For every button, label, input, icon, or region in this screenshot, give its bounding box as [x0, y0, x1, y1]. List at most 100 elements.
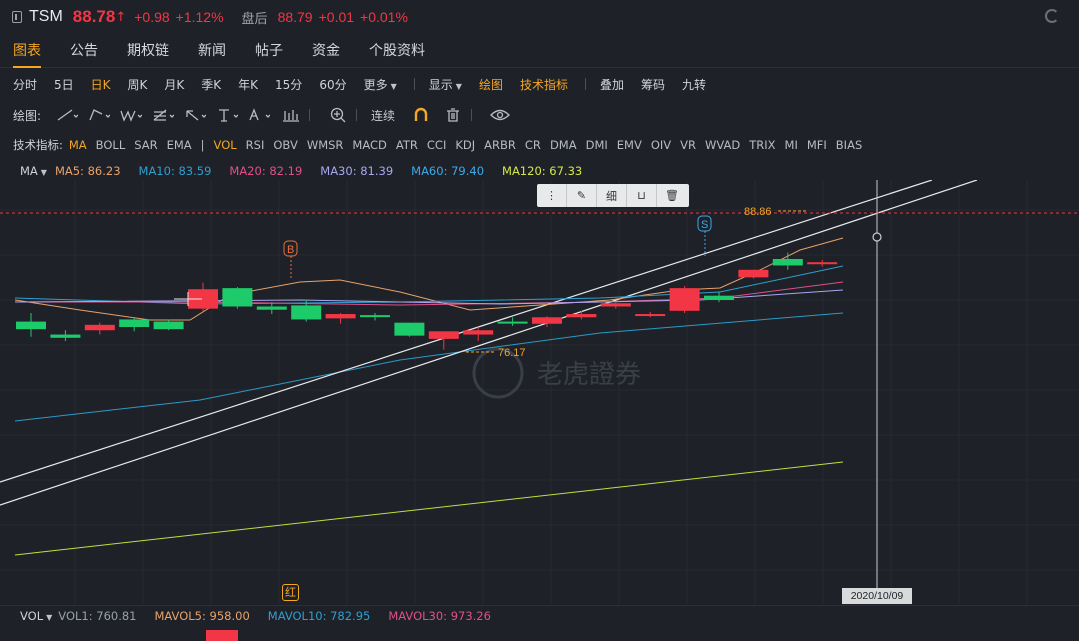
delete-drawing-icon[interactable]: 🗑 [657, 184, 687, 207]
indicator-wmsr[interactable]: WMSR [307, 138, 344, 152]
measure-tool-icon[interactable] [277, 106, 305, 124]
text-tool-icon[interactable] [213, 106, 241, 124]
period-weekly[interactable]: 周K [128, 76, 148, 93]
period-60min[interactable]: 60分 [319, 76, 346, 93]
line-tool-icon[interactable] [53, 106, 81, 124]
vol-head-label: VOL [20, 608, 44, 623]
price-change: +0.98 [134, 9, 170, 25]
indicator-arbr[interactable]: ARBR [484, 138, 516, 152]
unlock-icon[interactable]: ⊔ [627, 184, 657, 207]
zoom-in-icon[interactable] [324, 106, 352, 124]
crosshair-date-label: 2020/10/09 [842, 588, 912, 604]
indicator-mi[interactable]: MI [785, 138, 798, 152]
tech-indicator-toggle[interactable]: 技术指标 [520, 76, 568, 93]
indicator-wvad[interactable]: WVAD [705, 138, 740, 152]
vol-legend-item-2: MAVOL10: 782.95 [267, 608, 371, 623]
tab-capital[interactable]: 资金 [312, 36, 340, 68]
after-hours-price: 88.79 [277, 9, 313, 25]
period-bar: 分时 5日 日K 周K 月K 季K 年K 15分 60分 更多 ▼ 显示 ▼ 绘图 … [0, 72, 1079, 96]
draw-label: 绘图: [13, 108, 42, 123]
indicator-trix[interactable]: TRIX [749, 138, 775, 152]
period-quarterly[interactable]: 季K [201, 76, 221, 93]
overlay-button[interactable]: 叠加 [600, 76, 624, 93]
indicator-ema[interactable]: EMA [167, 138, 192, 152]
period-daily[interactable]: 日K [91, 76, 111, 93]
candle-body [291, 305, 322, 320]
candle-body [153, 321, 184, 330]
candle-body [325, 314, 356, 319]
pencil-icon[interactable]: ✎ [567, 184, 597, 207]
candle-body [738, 269, 769, 278]
trash-icon[interactable] [439, 106, 467, 124]
indicator-kdj[interactable]: KDJ [455, 138, 475, 152]
after-hours-label: 盘后 [241, 11, 268, 27]
candlestick-chart[interactable]: 老虎證券 88.86 76.17 B S [0, 180, 1079, 605]
period-yearly[interactable]: 年K [238, 76, 258, 93]
period-15min[interactable]: 15分 [275, 76, 302, 93]
ma5-line [14, 237, 844, 321]
chips-button[interactable]: 筹码 [641, 76, 665, 93]
font-size-icon[interactable] [245, 106, 273, 124]
candle-body [532, 317, 562, 324]
indicator-dmi[interactable]: DMI [586, 138, 608, 152]
line-width-button[interactable]: 细 [597, 184, 627, 207]
arrow-tool-icon[interactable] [181, 106, 209, 124]
indicator-cr[interactable]: CR [525, 138, 541, 152]
magnet-icon[interactable] [407, 106, 435, 124]
nine-turn-button[interactable]: 九转 [682, 76, 706, 93]
indicator-oiv[interactable]: OIV [651, 138, 671, 152]
tab-options-chain[interactable]: 期权链 [127, 36, 169, 68]
tab-announcements[interactable]: 公告 [70, 36, 98, 68]
candle-body [635, 314, 666, 317]
display-label: 显示 [428, 77, 453, 92]
crosshair-dot [872, 232, 882, 242]
fib-tool-icon[interactable] [149, 106, 177, 124]
period-monthly[interactable]: 月K [164, 76, 184, 93]
continuous-toggle[interactable]: 连续 [371, 107, 395, 124]
high-label: 88.86 [744, 206, 772, 218]
ma-legend-item-3: MA30: 81.39 [320, 164, 394, 178]
indicator-ma[interactable]: MA [69, 138, 87, 152]
indicator-dma[interactable]: DMA [550, 138, 577, 152]
indicator-atr[interactable]: ATR [396, 138, 418, 152]
vol-legend-item-0: VOL1: 760.81 [58, 608, 137, 623]
tab-posts[interactable]: 帖子 [255, 36, 283, 68]
candle-body [50, 334, 81, 338]
indicator-obv[interactable]: OBV [273, 138, 297, 152]
period-intraday[interactable]: 分时 [13, 76, 37, 93]
eye-icon[interactable] [486, 106, 514, 124]
divider: | [200, 138, 205, 152]
indicator-boll[interactable]: BOLL [96, 138, 126, 152]
indicator-vol[interactable]: VOL [214, 138, 237, 152]
wave-tool-icon[interactable] [117, 106, 145, 124]
period-more[interactable]: 更多 ▼ [364, 76, 397, 93]
candle-body [119, 319, 150, 328]
tab-chart[interactable]: 图表 [13, 36, 41, 68]
indicator-vr[interactable]: VR [680, 138, 696, 152]
indicator-sar[interactable]: SAR [134, 138, 157, 152]
draw-toggle[interactable]: 绘图 [479, 76, 503, 93]
red-marker[interactable]: 红 [282, 584, 299, 601]
period-5day[interactable]: 5日 [54, 76, 74, 93]
indicator-macd[interactable]: MACD [352, 138, 386, 152]
refresh-icon[interactable] [1045, 9, 1059, 23]
ma120-line [14, 461, 844, 556]
indicator-bias[interactable]: BIAS [836, 138, 862, 152]
drag-handle-icon[interactable]: ⋮ [537, 184, 567, 207]
after-hours-pct: +0.01% [360, 9, 408, 25]
indicator-emv[interactable]: EMV [617, 138, 642, 152]
channel-tool-icon[interactable] [85, 106, 113, 124]
indicator-mfi[interactable]: MFI [807, 138, 827, 152]
candle-body [84, 324, 115, 331]
candle-body [497, 321, 528, 324]
chevron-down-icon: ▼ [40, 168, 47, 177]
indicator-cci[interactable]: CCI [427, 138, 446, 152]
sidebar-toggle-icon[interactable] [12, 11, 22, 23]
vol-selector[interactable]: VOL ▼ [20, 609, 52, 623]
ma-selector[interactable]: MA ▼ [20, 164, 47, 178]
tab-news[interactable]: 新闻 [198, 36, 226, 68]
candle-body [360, 315, 390, 318]
indicator-rsi[interactable]: RSI [246, 138, 265, 152]
display-menu[interactable]: 显示 ▼ [429, 76, 462, 93]
tab-profile[interactable]: 个股资料 [369, 36, 425, 68]
